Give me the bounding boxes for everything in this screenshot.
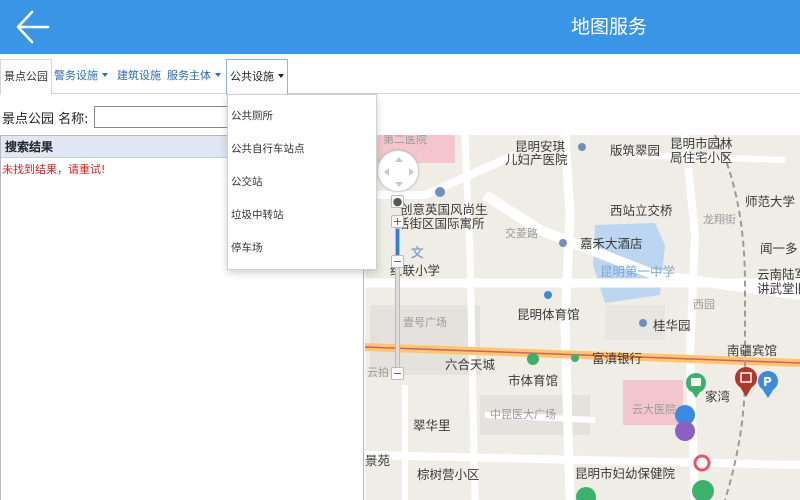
map-label: 西站立交桥	[610, 203, 673, 218]
caret-down-icon	[278, 74, 284, 78]
map-label: 昆明市园林	[670, 136, 733, 151]
zoom-out-button[interactable]: −	[391, 367, 404, 380]
plus-icon: +	[392, 215, 403, 228]
svg-text:P: P	[763, 375, 772, 389]
map-label: 云大医院	[632, 403, 676, 416]
public-facilities-dropdown: 公共厕所 公共自行车站点 公交站 垃圾中转站 停车场	[227, 94, 377, 270]
map-label: 师范大学	[745, 194, 796, 209]
map-label: 嘉禾大酒店	[580, 236, 643, 251]
map-label: 云拍	[367, 366, 389, 379]
map-label: 讲武堂旧址	[757, 281, 800, 296]
dropdown-item-bus-stop[interactable]: 公交站	[228, 166, 376, 198]
map-label: 昆明市妇幼保健院	[575, 466, 676, 481]
map-label: 翠华里	[413, 418, 451, 433]
zoom-handle[interactable]: −	[391, 255, 404, 268]
pan-arrows-icon	[384, 157, 414, 187]
map-label: 壹号广场	[403, 316, 447, 329]
dropdown-item-garbage-transfer[interactable]: 垃圾中转站	[228, 199, 376, 231]
map-label: 云南陆军	[757, 267, 800, 282]
map-label: 儿妇产医院	[505, 152, 568, 167]
tab-service-entities[interactable]: 服务主体	[167, 59, 221, 94]
category-tabs: 景点公园 警务设施 建筑设施 服务主体 公共设施	[0, 59, 800, 95]
map-label: 南疆宾馆	[727, 343, 778, 358]
map-label: 昆明第一中学	[600, 264, 676, 279]
map-label: 六合天城	[445, 357, 496, 372]
map-label: 局住宅小区	[670, 150, 733, 165]
map-label: 版筑翠园	[610, 143, 661, 158]
tab-label: 警务设施	[54, 69, 98, 82]
caret-down-icon	[215, 73, 221, 77]
tab-police-facilities[interactable]: 警务设施	[54, 59, 108, 94]
tab-buildings[interactable]: 建筑设施	[117, 59, 161, 94]
dropdown-item-parking[interactable]: 停车场	[228, 232, 376, 264]
map-label: 活街区国际寓所	[397, 216, 485, 231]
map-view[interactable]: P 第二医院 昆明安琪 儿妇产医院 版筑翠园 昆明市园林 局住宅小区 创意英国风…	[365, 135, 800, 500]
map-label: 闻一多	[760, 241, 798, 256]
map-label: 文	[411, 245, 424, 260]
tab-label: 建筑设施	[117, 69, 161, 82]
locate-button[interactable]: ●	[391, 195, 404, 208]
map-label: 中昆医大广场	[490, 408, 556, 421]
dropdown-item-bike-station[interactable]: 公共自行车站点	[228, 133, 376, 165]
tab-public-facilities[interactable]: 公共设施	[226, 59, 288, 95]
red-circle-marker[interactable]	[693, 454, 711, 472]
search-label: 景点公园 名称:	[2, 112, 89, 127]
map-label: 景苑	[365, 453, 391, 468]
minus-icon: −	[392, 367, 403, 380]
minus-icon: −	[392, 255, 403, 268]
map-label: 家湾	[705, 389, 731, 404]
map-label: 昆明体育馆	[517, 307, 580, 322]
map-label: 富滇银行	[592, 351, 643, 366]
caret-down-icon	[102, 73, 108, 77]
page-title: 地图服务	[571, 16, 648, 38]
tab-label: 公共设施	[230, 70, 274, 83]
map-label: 交菱路	[505, 227, 538, 240]
map-label: 创意英国风尚生	[400, 202, 488, 217]
tab-scenic-parks[interactable]: 景点公园	[0, 59, 52, 95]
map-label: 棕树营小区	[417, 467, 480, 482]
dropdown-item-public-toilet[interactable]: 公共厕所	[228, 100, 376, 132]
map-label: 第二医院	[383, 135, 427, 146]
map-label: 龙翔街	[703, 213, 736, 226]
map-label: 市体育馆	[508, 373, 559, 388]
locate-icon: ●	[392, 195, 403, 208]
restroom-marker-icon[interactable]	[675, 421, 695, 441]
map-label: 桂华园	[653, 318, 691, 333]
zoom-in-button[interactable]: +	[391, 215, 404, 228]
tab-label: 景点公园	[4, 70, 48, 83]
tab-label: 服务主体	[167, 69, 211, 82]
zoom-slider[interactable]	[395, 228, 400, 376]
map-pan-control[interactable]	[377, 150, 419, 192]
map-label: 西园	[693, 298, 715, 311]
app-header: 地图服务	[0, 0, 800, 54]
